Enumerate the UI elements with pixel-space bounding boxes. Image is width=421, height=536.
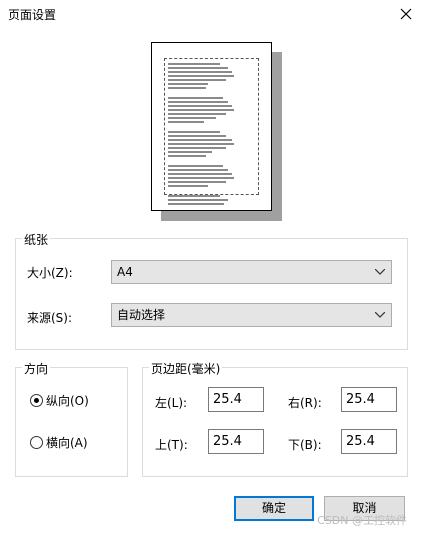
paper-group-label: 纸张: [22, 231, 51, 248]
watermark: CSDN @工控软件: [317, 514, 407, 527]
portrait-radio[interactable]: 纵向(O): [30, 392, 89, 409]
margins-group: [142, 367, 408, 477]
orientation-group-label: 方向: [22, 360, 51, 377]
paper-size-label: 大小(Z):: [27, 266, 73, 280]
orientation-group: [15, 367, 128, 477]
left-margin-input[interactable]: 25.4: [208, 387, 264, 412]
close-icon: [400, 8, 412, 20]
preview-text-lines: [168, 61, 238, 207]
chevron-down-icon: [375, 312, 385, 318]
landscape-radio[interactable]: 横向(A): [30, 434, 88, 451]
landscape-label: 横向(A): [46, 436, 88, 450]
bottom-margin-label: 下(B):: [288, 438, 322, 452]
bottom-margin-input[interactable]: 25.4: [341, 429, 397, 454]
paper-group: [15, 238, 408, 350]
window-title: 页面设置: [8, 8, 57, 22]
radio-button-checked[interactable]: [30, 394, 43, 407]
right-margin-input[interactable]: 25.4: [341, 387, 397, 412]
ok-button[interactable]: 确定: [234, 496, 314, 521]
paper-size-value: A4: [117, 265, 133, 279]
right-margin-label: 右(R):: [288, 396, 322, 410]
close-button[interactable]: [391, 0, 421, 28]
title-bar: 页面设置: [0, 0, 421, 28]
portrait-label: 纵向(O): [46, 394, 89, 408]
paper-source-select[interactable]: 自动选择: [111, 303, 392, 327]
page-preview: [151, 42, 272, 211]
left-margin-label: 左(L):: [155, 396, 188, 410]
paper-size-select[interactable]: A4: [111, 260, 392, 284]
paper-source-value: 自动选择: [117, 308, 166, 322]
radio-button[interactable]: [30, 436, 43, 449]
top-margin-label: 上(T):: [155, 438, 188, 452]
chevron-down-icon: [375, 269, 385, 275]
margins-group-label: 页边距(毫米): [149, 360, 223, 377]
top-margin-input[interactable]: 25.4: [208, 429, 264, 454]
paper-source-label: 来源(S):: [27, 311, 73, 325]
